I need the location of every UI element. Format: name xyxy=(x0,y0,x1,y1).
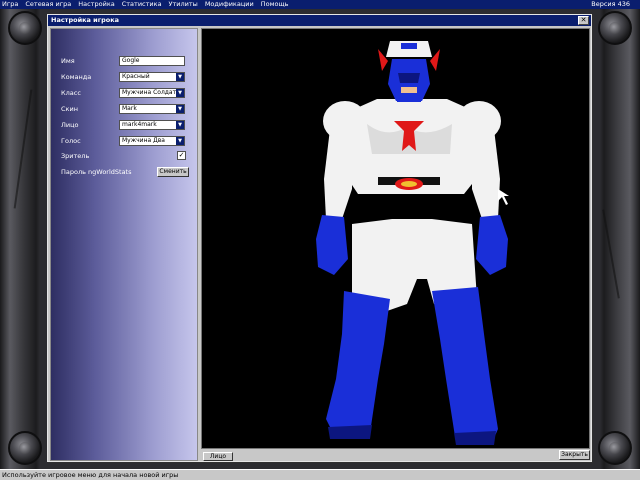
password-label: Пароль ngWorldStats xyxy=(61,168,132,176)
corner-bolt-icon xyxy=(8,431,42,465)
tab-face[interactable]: Лицо xyxy=(203,452,233,461)
team-dropdown[interactable]: Красный ▼ xyxy=(119,72,185,82)
name-input[interactable]: Gogle xyxy=(119,56,185,66)
voice-dropdown[interactable]: Мужчина Два ▼ xyxy=(119,136,185,146)
team-label: Команда xyxy=(61,73,92,81)
chevron-down-icon[interactable]: ▼ xyxy=(176,73,184,81)
dialog-title: Настройка игрока xyxy=(48,15,591,26)
face-value: mark4mark xyxy=(122,121,157,128)
class-value: Мужчина Солдат xyxy=(122,89,177,96)
class-label: Класс xyxy=(61,89,81,97)
menu-mods[interactable]: Модификации xyxy=(205,0,254,9)
status-bar: Используйте игровое меню для начала ново… xyxy=(0,469,640,480)
spectator-checkbox[interactable]: ✓ xyxy=(177,151,186,160)
skin-dropdown[interactable]: Mark ▼ xyxy=(119,104,185,114)
menu-statistics[interactable]: Статистика xyxy=(122,0,162,9)
skin-value: Mark xyxy=(122,105,137,112)
corner-bolt-icon xyxy=(598,431,632,465)
close-icon[interactable]: ✕ xyxy=(578,16,589,25)
menu-utilities[interactable]: Утилиты xyxy=(169,0,198,9)
corner-bolt-icon xyxy=(598,11,632,45)
chevron-down-icon[interactable]: ▼ xyxy=(176,89,184,97)
voice-label: Голос xyxy=(61,137,81,145)
team-value: Красный xyxy=(122,73,150,80)
corner-bolt-icon xyxy=(8,11,42,45)
skin-label: Скин xyxy=(61,105,78,113)
spectator-label: Зритель xyxy=(61,152,90,160)
class-dropdown[interactable]: Мужчина Солдат ▼ xyxy=(119,88,185,98)
version-label: Версия 436 xyxy=(591,0,630,8)
menu-help[interactable]: Помощь xyxy=(261,0,289,9)
voice-value: Мужчина Два xyxy=(122,137,165,144)
menu-bar: Игра Сетевая игра Настройка Статистика У… xyxy=(0,0,640,9)
close-dialog-button[interactable]: Закрыть xyxy=(559,450,590,460)
face-label: Лицо xyxy=(61,121,79,129)
chevron-down-icon[interactable]: ▼ xyxy=(176,121,184,129)
chevron-down-icon[interactable]: ▼ xyxy=(176,137,184,145)
menu-network-game[interactable]: Сетевая игра xyxy=(25,0,71,9)
menu-settings[interactable]: Настройка xyxy=(78,0,114,9)
change-password-button[interactable]: Сменить xyxy=(157,167,189,177)
menu-game[interactable]: Игра xyxy=(2,0,18,9)
character-model xyxy=(316,41,509,445)
name-label: Имя xyxy=(61,57,75,65)
player-setup-dialog: Настройка игрока ✕ Имя Gogle Команда Кра… xyxy=(47,14,592,462)
character-preview[interactable] xyxy=(201,28,590,449)
chevron-down-icon[interactable]: ▼ xyxy=(176,105,184,113)
face-dropdown[interactable]: mark4mark ▼ xyxy=(119,120,185,130)
settings-panel: Имя Gogle Команда Красный ▼ Класс Мужчина… xyxy=(50,28,198,461)
